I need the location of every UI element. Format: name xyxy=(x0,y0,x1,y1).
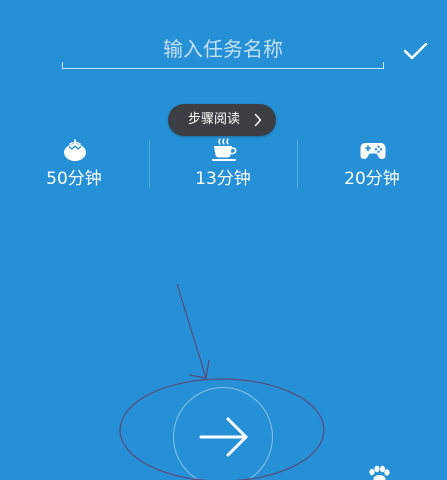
task-setup-screen: 步骤阅读 50分钟 13分钟 xyxy=(0,0,447,480)
gamepad-icon xyxy=(360,143,386,159)
duration-option-50[interactable]: 50分钟 xyxy=(4,138,144,194)
duration-label: 20分钟 xyxy=(344,169,400,189)
task-name-input[interactable] xyxy=(62,30,384,68)
task-name-underline xyxy=(62,68,384,69)
annotation-arrow-head xyxy=(188,359,210,379)
underline-left-tick xyxy=(62,62,63,69)
duration-label: 50分钟 xyxy=(46,169,102,189)
duration-label: 13分钟 xyxy=(195,169,251,189)
checkmark-icon xyxy=(403,42,428,60)
confirm-button[interactable] xyxy=(400,36,430,66)
arrow-right-icon xyxy=(199,417,248,457)
step-reading-tooltip[interactable]: 步骤阅读 xyxy=(168,104,276,136)
start-button[interactable] xyxy=(173,387,273,480)
underline-right-tick xyxy=(383,62,384,69)
tomato-icon xyxy=(64,139,86,161)
chevron-right-icon xyxy=(254,113,262,127)
tooltip-label: 步骤阅读 xyxy=(188,112,241,127)
paw-icon xyxy=(369,465,390,480)
option-divider xyxy=(297,140,298,188)
annotation-arrow-line xyxy=(176,283,207,379)
option-divider xyxy=(149,140,150,188)
task-name-field-wrapper xyxy=(62,30,384,70)
duration-option-20[interactable]: 20分钟 xyxy=(302,138,442,194)
duration-option-13[interactable]: 13分钟 xyxy=(153,138,293,194)
coffee-cup-icon xyxy=(212,138,237,161)
